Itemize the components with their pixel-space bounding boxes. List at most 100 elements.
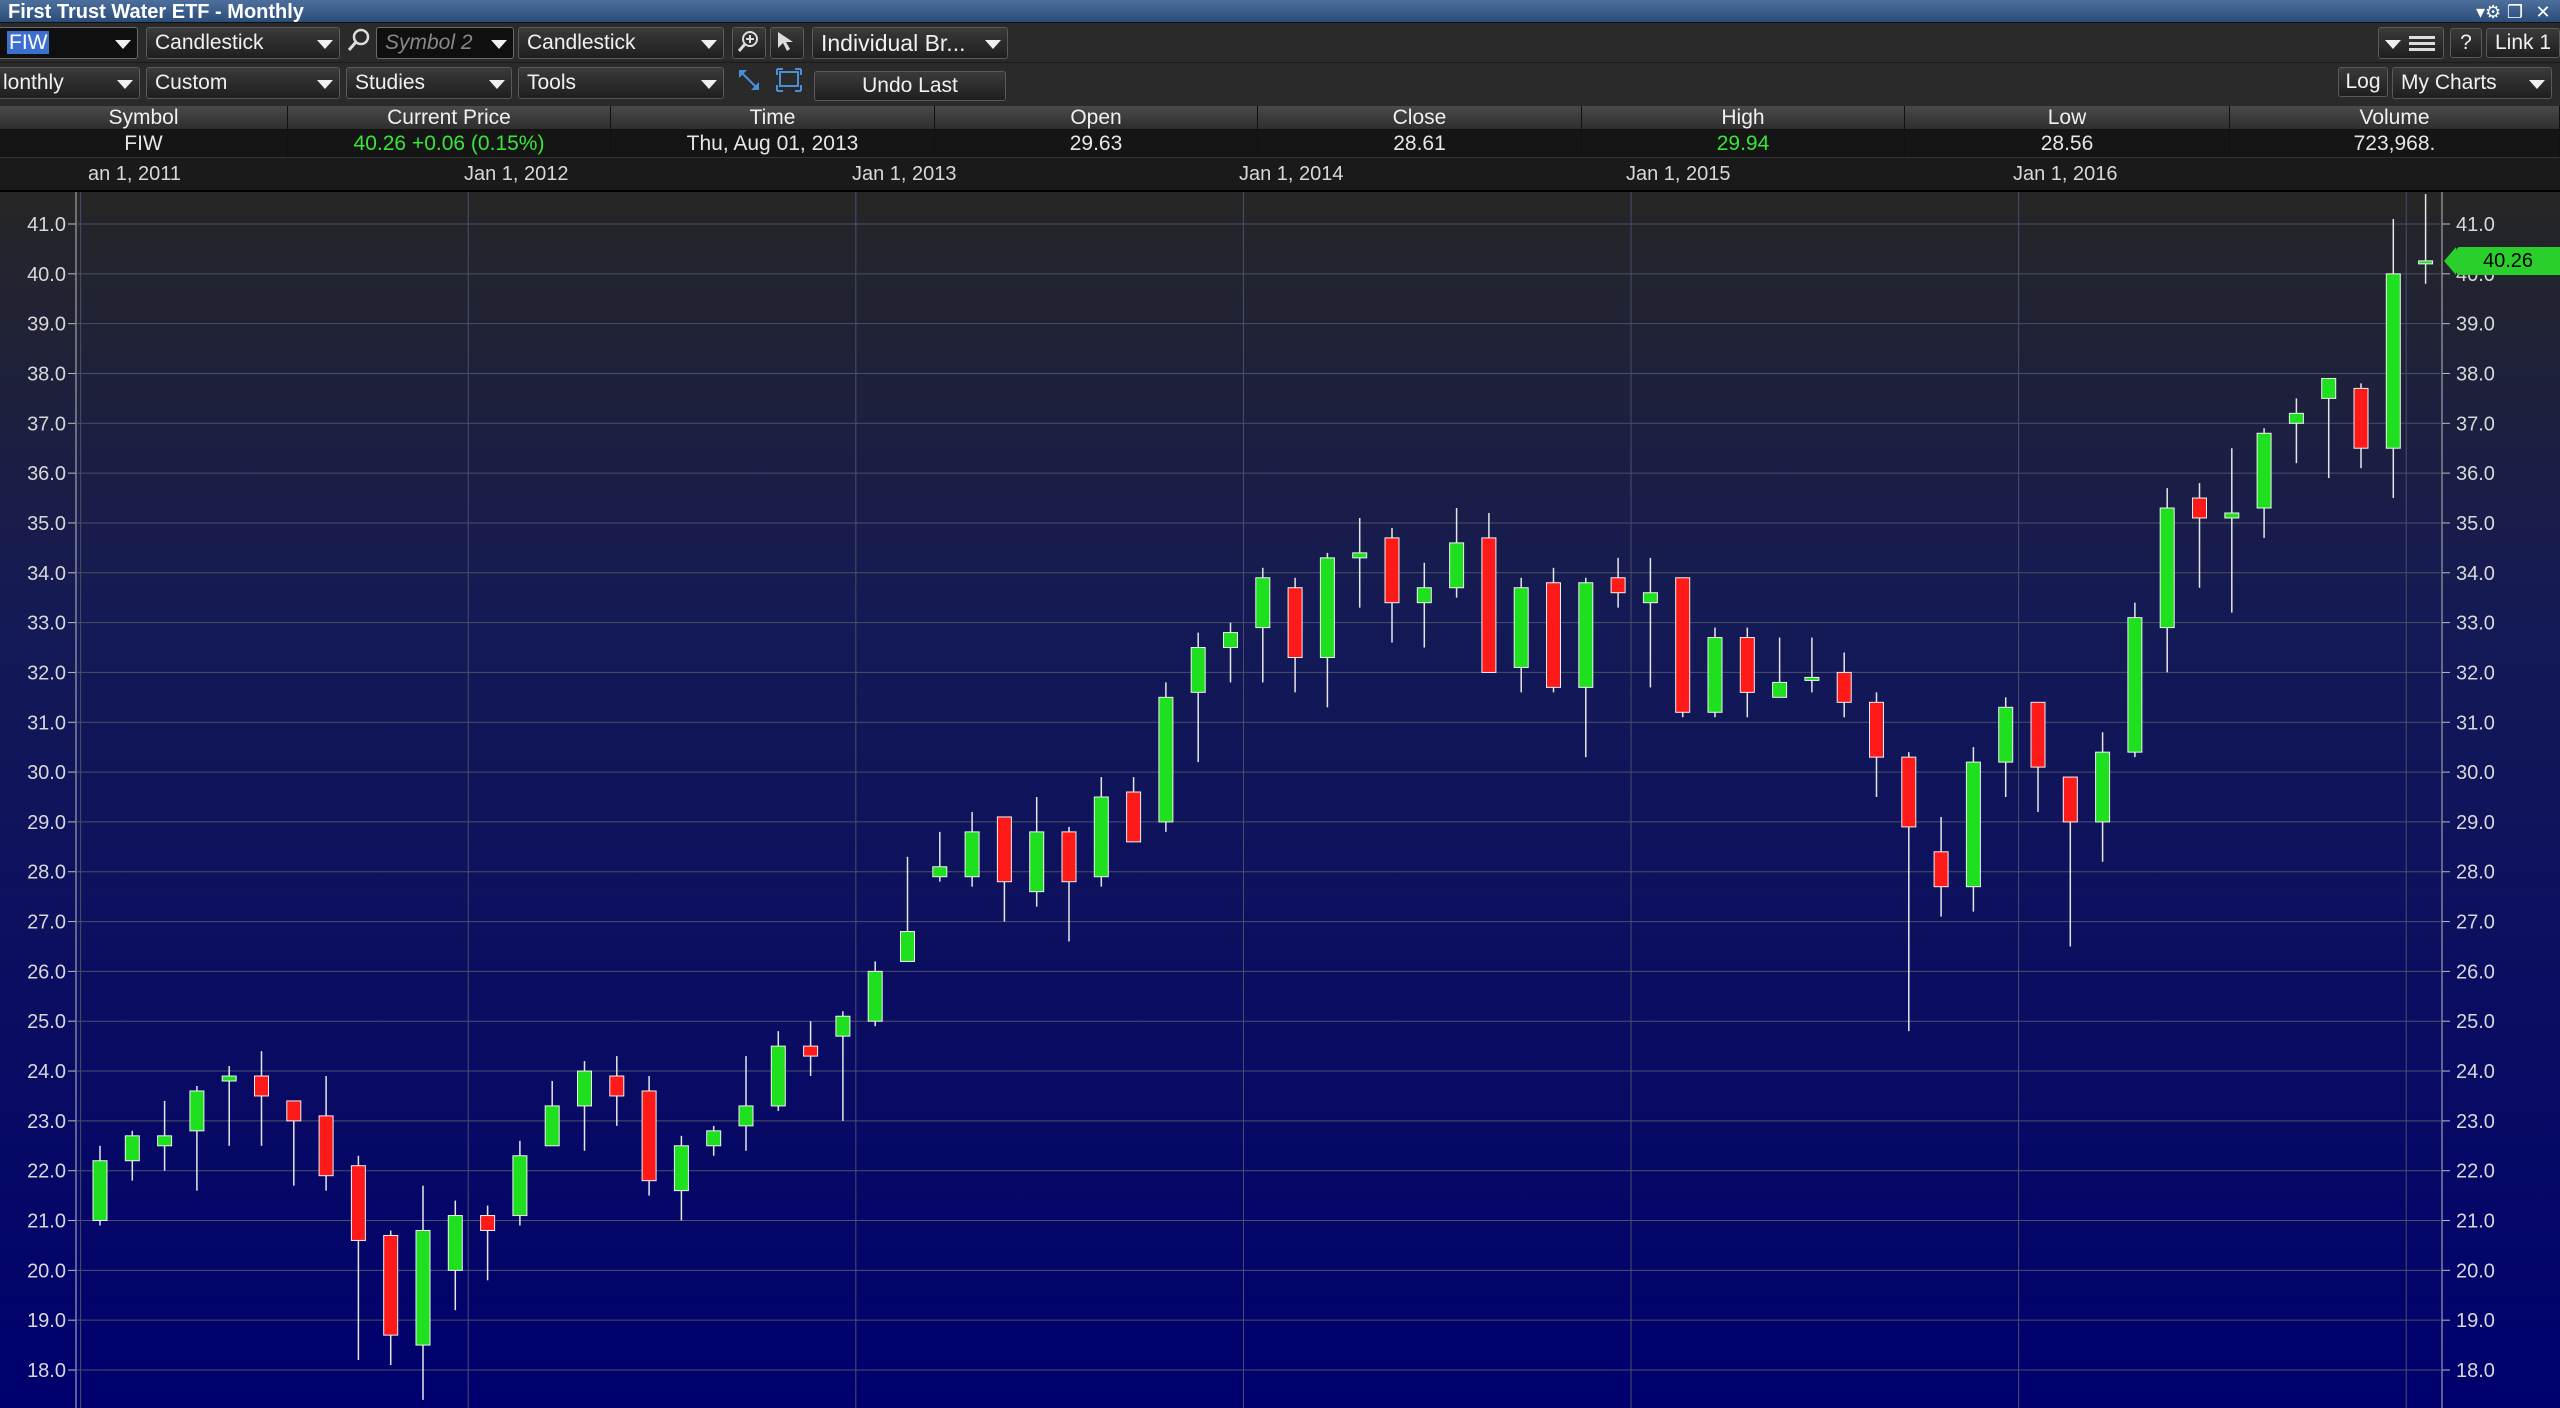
candle-body xyxy=(1029,831,1045,893)
candle-body xyxy=(1126,791,1142,843)
account-select[interactable]: Individual Br... xyxy=(812,27,1008,59)
candle-body xyxy=(2385,273,2401,449)
symbol-input[interactable]: FIW xyxy=(0,27,138,59)
zoom-icon[interactable] xyxy=(732,27,766,59)
y-tick-label-left: 41.0 xyxy=(27,214,66,236)
chevron-down-icon xyxy=(317,80,333,89)
date-label: Jan 1, 2014 xyxy=(1239,163,1344,185)
date-label: Jan 1, 2015 xyxy=(1626,163,1731,185)
help-button[interactable]: ? xyxy=(2450,28,2482,58)
candle-body xyxy=(1707,637,1723,713)
candle-body xyxy=(286,1100,302,1122)
candle-body xyxy=(1965,761,1981,888)
crosshair-cursor-icon[interactable] xyxy=(770,27,804,59)
candle-body xyxy=(1610,577,1626,594)
quote-symbol: FIW xyxy=(0,130,288,157)
candle-body xyxy=(157,1135,173,1147)
y-tick-label-left: 31.0 xyxy=(27,712,66,734)
y-tick-label-left: 36.0 xyxy=(27,463,66,485)
chevron-down-icon xyxy=(701,40,717,49)
candle-body xyxy=(1449,542,1465,589)
header-current-price: Current Price xyxy=(288,106,611,129)
settings-icon[interactable]: ▾⚙ xyxy=(2476,2,2501,22)
candle-body xyxy=(1836,671,1852,703)
date-axis: an 1, 2011 Jan 1, 2012 Jan 1, 2013 Jan 1… xyxy=(0,158,2560,192)
candle-body xyxy=(1384,537,1400,604)
y-tick-label-left: 20.0 xyxy=(27,1260,66,1282)
quote-open: 29.63 xyxy=(935,130,1258,157)
chevron-down-icon[interactable] xyxy=(115,40,131,49)
candle-body xyxy=(1642,592,1658,604)
candle-body xyxy=(641,1090,657,1182)
expand-icon[interactable] xyxy=(732,67,766,99)
candle-body xyxy=(1190,647,1206,693)
quote-data-row: FIW 40.26 +0.06 (0.15%) Thu, Aug 01, 201… xyxy=(0,130,2560,158)
candle-body xyxy=(1352,552,1368,559)
chart-type-select-1[interactable]: Candlestick xyxy=(146,27,340,59)
my-charts-select[interactable]: My Charts xyxy=(2392,67,2552,99)
y-tick-label-right: 25.0 xyxy=(2456,1011,2495,1033)
y-tick-label-right: 18.0 xyxy=(2456,1360,2495,1382)
y-tick-label-right: 21.0 xyxy=(2456,1211,2495,1233)
candle-body xyxy=(1481,537,1497,673)
y-tick-label-right: 31.0 xyxy=(2456,712,2495,734)
log-scale-button[interactable]: Log xyxy=(2338,67,2388,97)
account-select-label: Individual Br... xyxy=(821,30,966,56)
candle-body xyxy=(544,1105,560,1147)
y-tick-label-left: 40.0 xyxy=(27,264,66,286)
candle-body xyxy=(835,1015,851,1037)
y-tick-label-left: 27.0 xyxy=(27,912,66,934)
y-tick-label-left: 37.0 xyxy=(27,413,66,435)
undo-last-button[interactable]: Undo Last xyxy=(814,71,1006,101)
chart-type-select-2[interactable]: Candlestick xyxy=(518,27,724,59)
candle-body xyxy=(2321,377,2337,399)
chart-toolbar-top: FIW Candlestick Symbol 2 Candlestick Ind… xyxy=(0,23,2560,63)
y-tick-label-left: 18.0 xyxy=(27,1360,66,1382)
search-icon[interactable] xyxy=(344,27,374,59)
y-tick-label-right: 19.0 xyxy=(2456,1310,2495,1332)
y-tick-label-left: 34.0 xyxy=(27,563,66,585)
candle-body xyxy=(415,1229,431,1346)
candle-body xyxy=(1546,582,1561,688)
studies-select[interactable]: Studies xyxy=(346,67,512,99)
tools-select-label: Tools xyxy=(527,71,577,94)
y-tick-label-left: 30.0 xyxy=(27,762,66,784)
y-tick-label-left: 38.0 xyxy=(27,363,66,385)
y-tick-label-left: 32.0 xyxy=(27,662,66,684)
chevron-down-icon[interactable] xyxy=(491,40,507,49)
range-select[interactable]: Custom xyxy=(146,67,340,99)
candle xyxy=(1546,567,1561,693)
candle-body xyxy=(964,831,980,878)
candle-body xyxy=(1739,637,1755,693)
candle-body xyxy=(1578,582,1594,688)
candle-body xyxy=(447,1215,463,1271)
window-controls: ▾⚙ ❐ ✕ xyxy=(2476,0,2554,23)
y-tick-label-left: 39.0 xyxy=(27,314,66,336)
fit-screen-icon[interactable] xyxy=(772,67,806,99)
y-tick-label-right: 23.0 xyxy=(2456,1111,2495,1133)
candle-body xyxy=(803,1045,819,1057)
candle-body xyxy=(1933,851,1949,888)
y-tick-label-left: 22.0 xyxy=(27,1161,66,1183)
period-select[interactable]: lonthly xyxy=(0,67,140,99)
tools-select[interactable]: Tools xyxy=(518,67,724,99)
symbol2-input[interactable]: Symbol 2 xyxy=(376,27,514,59)
candle-body xyxy=(996,816,1012,883)
price-chart[interactable]: 41.041.040.040.039.039.038.038.037.037.0… xyxy=(0,192,2560,1408)
candle-body xyxy=(1804,676,1820,681)
close-icon[interactable]: ✕ xyxy=(2532,2,2554,22)
candle-body xyxy=(2030,701,2046,768)
symbol-input-value: FIW xyxy=(7,31,50,54)
y-tick-label-right: 34.0 xyxy=(2456,563,2495,585)
chevron-down-icon xyxy=(2385,40,2401,49)
y-tick-label-right: 32.0 xyxy=(2456,662,2495,684)
menu-button[interactable] xyxy=(2378,27,2444,59)
candlestick-chart[interactable]: 41.041.040.040.039.039.038.038.037.037.0… xyxy=(0,192,2560,1408)
quote-low: 28.56 xyxy=(1905,130,2230,157)
quote-table: Symbol Current Price Time Open Close Hig… xyxy=(0,106,2560,158)
y-tick-label-right: 33.0 xyxy=(2456,613,2495,635)
symbol2-placeholder: Symbol 2 xyxy=(385,31,473,54)
candle-body xyxy=(512,1155,528,1217)
restore-icon[interactable]: ❐ xyxy=(2504,2,2526,22)
link-button[interactable]: Link 1 xyxy=(2486,28,2560,58)
